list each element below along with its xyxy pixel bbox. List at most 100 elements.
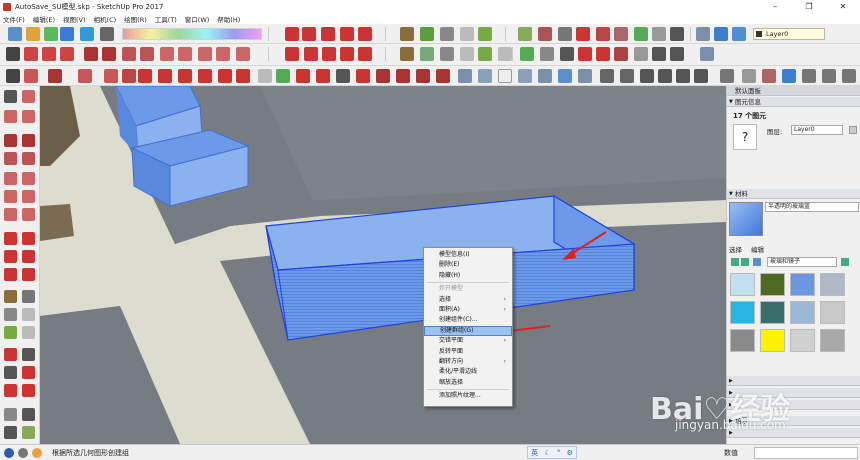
user-icon[interactable] (32, 448, 42, 458)
ctx-soften-edges[interactable]: 柔化/平滑边线 (424, 367, 512, 377)
menu-tools[interactable]: 工具(T) (155, 14, 177, 24)
ctx-flip-along[interactable]: 翻转方向 › (424, 357, 512, 367)
shape-icon[interactable] (104, 69, 118, 83)
freehand-tool-icon[interactable] (102, 47, 116, 61)
layers-manager-icon[interactable] (732, 27, 746, 41)
previous-view-icon[interactable] (358, 27, 372, 41)
xray-style-icon[interactable] (458, 69, 472, 83)
ctx-area[interactable]: 面积(A) › (424, 305, 512, 315)
ctx-make-component[interactable]: 创建组件(C)... (424, 315, 512, 325)
google-icon[interactable] (80, 27, 94, 41)
dimension-left-icon[interactable] (22, 290, 35, 303)
match-photo-icon[interactable] (782, 69, 796, 83)
material-swatch[interactable] (820, 301, 845, 324)
ctx-select[interactable]: 选择 › (424, 295, 512, 305)
scale-icon[interactable] (218, 69, 232, 83)
material-details-icon[interactable] (841, 258, 849, 266)
rotrect-left-icon[interactable] (22, 152, 35, 165)
top-view-icon[interactable] (620, 69, 634, 83)
soften-icon[interactable] (802, 69, 816, 83)
rotate-icon[interactable] (178, 69, 192, 83)
rotate-tool-icon[interactable] (322, 47, 336, 61)
layer-dropdown[interactable]: Layer0 (753, 28, 825, 40)
rect-left-icon[interactable] (4, 152, 17, 165)
pushpull-icon[interactable] (158, 69, 172, 83)
component-tool-left-icon[interactable] (22, 90, 35, 103)
style-color-strip[interactable] (122, 28, 262, 40)
orbit-left-icon[interactable] (4, 348, 17, 361)
arc-left-icon[interactable] (4, 190, 17, 203)
zoom-extents-tool-icon[interactable] (614, 47, 628, 61)
zoom-extents-icon[interactable] (340, 27, 354, 41)
tab-select[interactable]: 选择 (729, 244, 742, 254)
measurements-box[interactable] (754, 447, 858, 459)
material-swatch[interactable] (790, 329, 815, 352)
rect-icon[interactable] (122, 69, 136, 83)
back-edges-icon[interactable] (478, 69, 492, 83)
close-button[interactable]: ✕ (826, 0, 860, 13)
zoom-window-icon-2[interactable] (356, 69, 370, 83)
protractor-left-icon[interactable] (4, 308, 17, 321)
offset-icon[interactable] (236, 69, 250, 83)
select-icon[interactable] (6, 69, 20, 83)
maximize-button[interactable]: ❐ (792, 0, 826, 13)
shadows-icon[interactable] (742, 69, 756, 83)
material-library-select[interactable]: 玻璃和镜子 (767, 257, 837, 267)
zoom-tool-icon[interactable] (578, 47, 592, 61)
material-swatch[interactable] (790, 301, 815, 324)
eye-icon[interactable] (652, 27, 666, 41)
ctx-model-info[interactable]: 模型信息(I) (424, 250, 512, 260)
minimize-button[interactable]: – (758, 0, 792, 13)
pan-tool-icon[interactable] (560, 47, 574, 61)
iso-icon[interactable] (600, 69, 614, 83)
geo-location-icon[interactable] (4, 448, 14, 458)
zoom-icon-2[interactable] (336, 69, 350, 83)
x-ray-icon[interactable] (714, 27, 728, 41)
offset-left-icon[interactable] (22, 268, 35, 281)
axes-tool-icon[interactable] (478, 47, 492, 61)
position-camera-tool-icon[interactable] (634, 47, 648, 61)
walk-tool-icon[interactable] (670, 47, 684, 61)
fog-icon[interactable] (762, 69, 776, 83)
material-swatch[interactable] (730, 273, 755, 296)
delete-icon[interactable] (596, 27, 610, 41)
material-swatch[interactable] (760, 301, 785, 324)
freehand-left-icon[interactable] (22, 134, 35, 147)
make-component-icon[interactable] (24, 47, 38, 61)
share-model-icon[interactable] (44, 27, 58, 41)
pan-icon-2[interactable] (316, 69, 330, 83)
modeling-viewport[interactable] (40, 86, 726, 444)
polygon-left-icon[interactable] (22, 172, 35, 185)
select-tool-left-icon[interactable] (4, 90, 17, 103)
select-tool-icon[interactable] (6, 47, 20, 61)
dimension-icon[interactable] (420, 47, 434, 61)
axes-left-icon[interactable] (4, 326, 17, 339)
arc-tool-icon[interactable] (198, 47, 212, 61)
followme-left-icon[interactable] (22, 250, 35, 263)
material-swatch[interactable] (760, 329, 785, 352)
move-icon[interactable] (138, 69, 152, 83)
3d-text-icon[interactable] (498, 47, 512, 61)
position-camera-icon[interactable] (440, 27, 454, 41)
look-around-icon[interactable] (420, 27, 434, 41)
push-pull-icon[interactable] (304, 47, 318, 61)
iso-view-icon[interactable] (696, 27, 710, 41)
pan-icon[interactable] (302, 27, 316, 41)
zoomwin-left-icon[interactable] (22, 366, 35, 379)
zoom-window-tool-icon[interactable] (596, 47, 610, 61)
shaded-icon[interactable] (538, 69, 552, 83)
ime-lang[interactable]: 英 (531, 448, 538, 458)
move-tool-icon[interactable] (285, 47, 299, 61)
layer-color-icon[interactable] (849, 126, 857, 134)
paint-bucket-icon-2[interactable] (520, 47, 534, 61)
protractor-icon[interactable] (440, 47, 454, 61)
section-cut-icon[interactable] (538, 27, 552, 41)
front-view-icon[interactable] (640, 69, 654, 83)
eraser-left-icon[interactable] (22, 110, 35, 123)
line-tool-icon[interactable] (84, 47, 98, 61)
moon-icon[interactable]: ☾ (544, 449, 550, 457)
material-home-icon[interactable] (753, 258, 761, 266)
intersect-icon[interactable] (396, 69, 410, 83)
menu-window[interactable]: 窗口(W) (185, 14, 210, 24)
tape-left-icon[interactable] (4, 290, 17, 303)
